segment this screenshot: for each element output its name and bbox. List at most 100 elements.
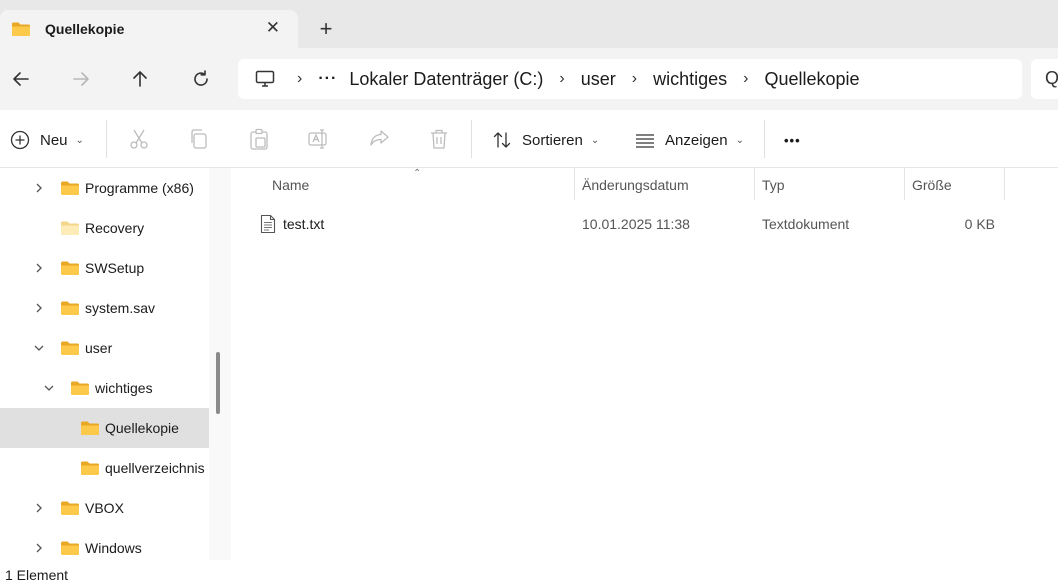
view-list-icon: [636, 134, 654, 148]
separator: [471, 120, 472, 158]
navigation-scrollbar[interactable]: [216, 352, 220, 414]
breadcrumb-overflow[interactable]: ···: [318, 70, 337, 88]
share-icon[interactable]: [367, 127, 391, 151]
file-size: 0 KB: [964, 216, 995, 232]
breadcrumb-drive[interactable]: Lokaler Datenträger (C:): [349, 69, 543, 90]
nav-item-label: user: [85, 340, 113, 356]
sort-button-label: Sortieren: [522, 131, 583, 149]
more-options-button[interactable]: •••: [784, 125, 801, 155]
folder-icon: [60, 220, 80, 236]
nav-item-label: VBOX: [85, 500, 124, 516]
text-file-icon: [260, 214, 276, 234]
chevron-right-icon: ›: [297, 70, 303, 87]
nav-item-label: Windows: [85, 540, 142, 556]
chevron-down-icon[interactable]: [33, 342, 45, 354]
column-header-type[interactable]: Typ: [762, 168, 785, 200]
column-header-name[interactable]: Name: [272, 168, 309, 200]
nav-item-label: SWSetup: [85, 260, 145, 276]
column-header-modified[interactable]: Änderungsdatum: [582, 168, 689, 200]
nav-item-swsetup[interactable]: SWSetup: [0, 248, 209, 288]
refresh-button[interactable]: [185, 63, 217, 95]
file-modified: 10.01.2025 11:38: [582, 216, 690, 232]
tab-bar: Quellekopie ✕ +: [0, 0, 1058, 48]
navigation-pane: Programme (x86) Recovery SWSetup system.…: [0, 168, 222, 560]
chevron-down-icon[interactable]: [43, 382, 55, 394]
column-divider[interactable]: [574, 168, 575, 200]
tab-quellekopie[interactable]: Quellekopie ✕: [0, 10, 298, 48]
nav-item-programme-x86[interactable]: Programme (x86): [0, 168, 209, 208]
arrow-right-icon: [73, 72, 89, 86]
folder-icon: [60, 500, 80, 516]
nav-item-windows[interactable]: Windows: [0, 528, 209, 560]
nav-item-vbox[interactable]: VBOX: [0, 488, 209, 528]
chevron-right-icon[interactable]: [33, 302, 45, 314]
sort-caret-icon: ⌃: [413, 168, 422, 179]
up-button[interactable]: [124, 63, 156, 95]
folder-icon: [11, 21, 31, 37]
nav-item-recovery[interactable]: Recovery: [0, 208, 209, 248]
nav-item-label: Programme (x86): [85, 180, 194, 196]
nav-item-label: wichtiges: [95, 380, 153, 396]
search-placeholder: Q: [1045, 68, 1058, 88]
chevron-right-icon[interactable]: [33, 262, 45, 274]
nav-item-label: Recovery: [85, 220, 145, 236]
nav-item-quellekopie[interactable]: Quellekopie: [0, 408, 209, 448]
column-divider[interactable]: [904, 168, 905, 200]
arrow-left-icon: [13, 72, 29, 86]
breadcrumb-user[interactable]: user: [581, 69, 616, 90]
back-button[interactable]: [5, 63, 37, 95]
computer-icon: [255, 70, 275, 87]
column-divider[interactable]: [754, 168, 755, 200]
nav-item-label: system.sav: [85, 300, 156, 316]
nav-item-label: quellverzeichnis: [105, 460, 205, 476]
view-button-label: Anzeigen: [665, 131, 728, 149]
chevron-right-icon[interactable]: [33, 542, 45, 554]
arrow-up-icon: [133, 71, 147, 87]
sort-icon: [493, 132, 511, 148]
nav-item-system-sav[interactable]: system.sav: [0, 288, 209, 328]
nav-item-user[interactable]: user: [0, 328, 209, 368]
new-button[interactable]: Neu ⌄: [10, 125, 84, 155]
folder-icon: [80, 420, 100, 436]
chevron-down-icon: ⌄: [590, 134, 600, 146]
command-bar: Neu ⌄ Sortieren ⌄ Anzeigen ⌄ •••: [0, 110, 1058, 168]
nav-item-quellverzeichnis[interactable]: quellverzeichnis: [0, 448, 209, 488]
file-name: test.txt: [283, 216, 325, 232]
status-item-count: 1 Element: [5, 567, 69, 583]
paste-icon[interactable]: [247, 127, 271, 151]
column-header-size[interactable]: Größe: [912, 168, 952, 200]
nav-item-label: Quellekopie: [105, 420, 179, 436]
separator: [106, 120, 107, 158]
breadcrumb-wichtiges[interactable]: wichtiges: [653, 69, 727, 90]
breadcrumb-quellekopie[interactable]: Quellekopie: [764, 69, 859, 90]
folder-icon: [60, 260, 80, 276]
forward-button[interactable]: [65, 63, 97, 95]
search-box[interactable]: Q: [1031, 59, 1058, 99]
column-divider[interactable]: [1004, 168, 1005, 200]
folder-icon: [70, 380, 90, 396]
cut-icon[interactable]: [127, 127, 151, 151]
folder-icon: [60, 340, 80, 356]
chevron-down-icon: ⌄: [735, 134, 744, 146]
address-bar-area: › ··· Lokaler Datenträger (C:) › user › …: [0, 48, 1058, 110]
status-bar: 1 Element: [0, 560, 1058, 588]
new-button-label: Neu: [40, 131, 68, 149]
nav-item-wichtiges[interactable]: wichtiges: [0, 368, 209, 408]
delete-icon[interactable]: [427, 127, 451, 151]
chevron-right-icon[interactable]: [33, 182, 45, 194]
close-tab-button[interactable]: ✕: [266, 19, 280, 37]
address-field[interactable]: › ··· Lokaler Datenträger (C:) › user › …: [238, 59, 1022, 99]
chevron-right-icon[interactable]: [33, 502, 45, 514]
view-button[interactable]: Anzeigen ⌄: [634, 125, 744, 155]
rename-icon[interactable]: [307, 127, 331, 151]
separator: [764, 120, 765, 158]
new-tab-button[interactable]: +: [313, 16, 339, 42]
table-row[interactable]: test.txt 10.01.2025 11:38 Textdokument 0…: [231, 208, 1058, 240]
file-list: ⌃ Name Änderungsdatum Typ Größe test.txt…: [231, 168, 1058, 560]
sort-button[interactable]: Sortieren ⌄: [492, 125, 599, 155]
folder-icon: [60, 300, 80, 316]
folder-icon: [80, 460, 100, 476]
navigation-scroll-track: [209, 168, 231, 560]
folder-icon: [60, 540, 80, 556]
copy-icon[interactable]: [187, 127, 211, 151]
